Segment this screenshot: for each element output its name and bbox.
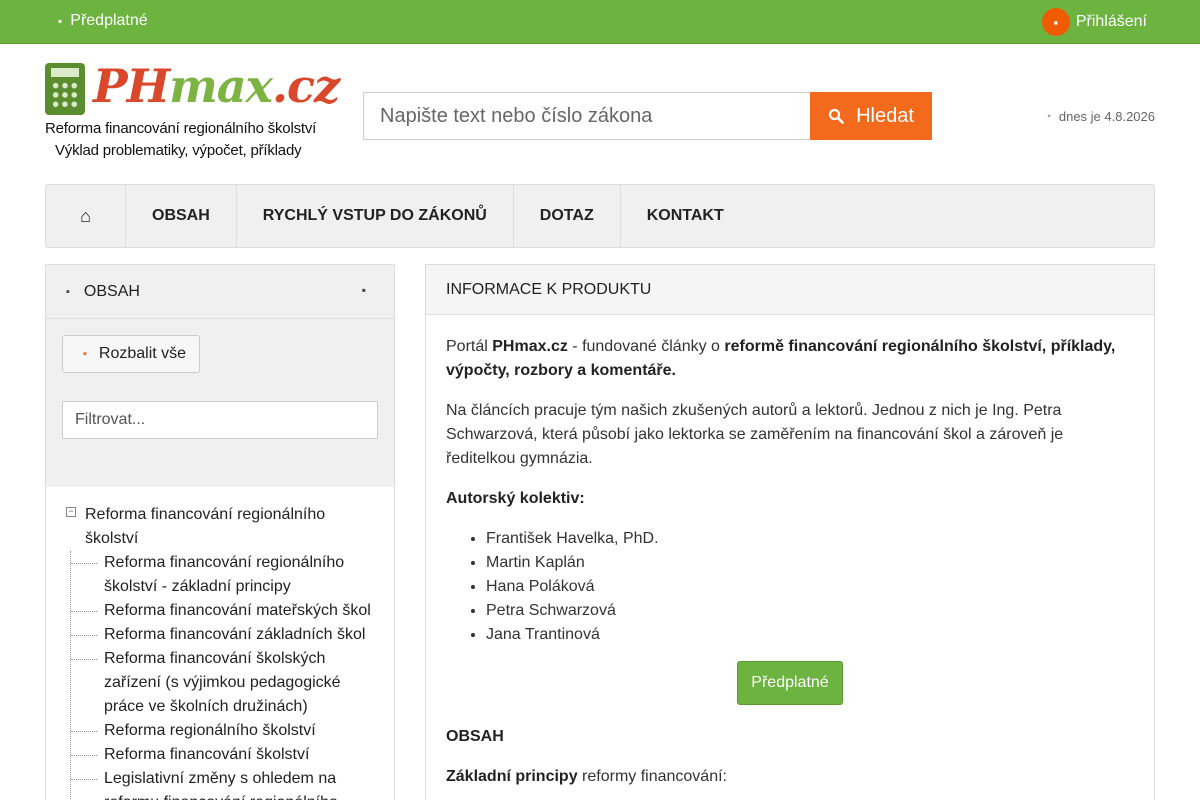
tree-item[interactable]: Reforma financování základních škol — [71, 623, 394, 647]
content-tree: − Reforma financování regionálního škols… — [46, 487, 394, 800]
sidebar-title: OBSAH — [83, 282, 140, 300]
tree-item[interactable]: Reforma financování regionálního školstv… — [71, 551, 394, 599]
top-bar: ▪ Předplatné ▪ Přihlášení — [0, 0, 1200, 44]
tree-item[interactable]: Reforma financování školství — [71, 743, 394, 767]
date-text: dnes je 4.8.2026 — [1058, 109, 1155, 124]
logo-tagline-1: Reforma financování regionálního školstv… — [45, 120, 317, 137]
subscribe-button[interactable]: Předplatné — [737, 661, 843, 705]
home-icon: ⌂ — [80, 205, 91, 226]
calendar-icon: ▪ — [1047, 111, 1051, 122]
site-logo[interactable]: PHmax.cz Reforma financování regionálníh… — [45, 59, 340, 163]
sidebar: ▪ OBSAH ▪ ▪ Rozbalit vše − Reforma finan… — [45, 264, 395, 800]
tree-item[interactable]: Reforma regionálního školství — [71, 719, 394, 743]
logo-tagline-2: Výklad problematiky, výpočet, příklady — [55, 142, 302, 159]
search-icon — [828, 108, 844, 124]
authors-heading: Autorský kolektiv: — [446, 490, 585, 507]
tree-children: Reforma financování regionálního školstv… — [70, 551, 394, 800]
panel-body: Portál PHmax.cz - fundované články o ref… — [426, 315, 1154, 789]
filter-input[interactable] — [62, 401, 378, 439]
current-date: ▪ dnes je 4.8.2026 — [1047, 109, 1155, 124]
search-form: Hledat — [363, 92, 932, 140]
main-nav: ⌂ OBSAH RYCHLÝ VSTUP DO ZÁKONŮ DOTAZ KON… — [45, 184, 1155, 248]
search-input[interactable] — [363, 92, 810, 140]
subscribe-label: Předplatné — [70, 12, 148, 29]
login-link[interactable]: ▪ Přihlášení — [1041, 8, 1147, 36]
tree-item[interactable]: Reforma financování mateřských škol — [71, 599, 394, 623]
calculator-icon — [45, 63, 85, 115]
team-paragraph: Na článcích pracuje tým našich zkušených… — [446, 402, 1064, 467]
logo-wordmark: PHmax.cz — [93, 59, 340, 113]
search-button[interactable]: Hledat — [810, 92, 932, 140]
author-item: František Havelka, PhD. — [486, 527, 1134, 551]
nav-home[interactable]: ⌂ — [46, 185, 126, 247]
intro-paragraph: Portál PHmax.cz - fundované články o ref… — [446, 338, 1116, 379]
nav-item-rychly-vstup[interactable]: RYCHLÝ VSTUP DO ZÁKONŮ — [237, 185, 514, 247]
plus-icon: ▪ — [83, 348, 87, 360]
tree-root-label: Reforma financování regionálního školstv… — [85, 506, 326, 547]
subscribe-link[interactable]: ▪ Předplatné — [58, 12, 148, 30]
expand-all-label: Rozbalit vše — [98, 345, 187, 362]
login-label: Přihlášení — [1075, 13, 1147, 30]
tree-item[interactable]: Reforma financování školských zařízení (… — [71, 647, 394, 719]
author-item: Jana Trantinová — [486, 623, 1134, 647]
tree-item[interactable]: Legislativní změny s ohledem na reformu … — [71, 767, 394, 800]
principles-line: Základní principy reformy financování: — [446, 768, 727, 785]
sidebar-header[interactable]: ▪ OBSAH ▪ — [46, 265, 394, 319]
cart-icon: ▪ — [58, 14, 63, 28]
author-item: Martin Kaplán — [486, 551, 1134, 575]
collapse-toggle-icon[interactable]: ▪ — [362, 283, 366, 297]
search-button-label: Hledat — [856, 104, 914, 127]
product-info-panel: INFORMACE K PRODUKTU Portál PHmax.cz - f… — [425, 264, 1155, 800]
authors-list: František Havelka, PhD. Martin Kaplán Ha… — [486, 527, 1134, 647]
nav-item-kontakt[interactable]: KONTAKT — [621, 185, 750, 247]
collapse-icon[interactable]: − — [66, 507, 76, 517]
list-icon: ▪ — [66, 285, 70, 298]
author-item: Hana Poláková — [486, 575, 1134, 599]
expand-all-button[interactable]: ▪ Rozbalit vše — [62, 335, 200, 373]
nav-item-obsah[interactable]: OBSAH — [126, 185, 237, 247]
user-icon: ▪ — [1041, 8, 1070, 36]
contents-heading: OBSAH — [446, 728, 504, 745]
tree-root-item[interactable]: − Reforma financování regionálního škols… — [46, 503, 394, 551]
nav-item-dotaz[interactable]: DOTAZ — [514, 185, 621, 247]
panel-title: INFORMACE K PRODUKTU — [426, 265, 1154, 315]
author-item: Petra Schwarzová — [486, 599, 1134, 623]
